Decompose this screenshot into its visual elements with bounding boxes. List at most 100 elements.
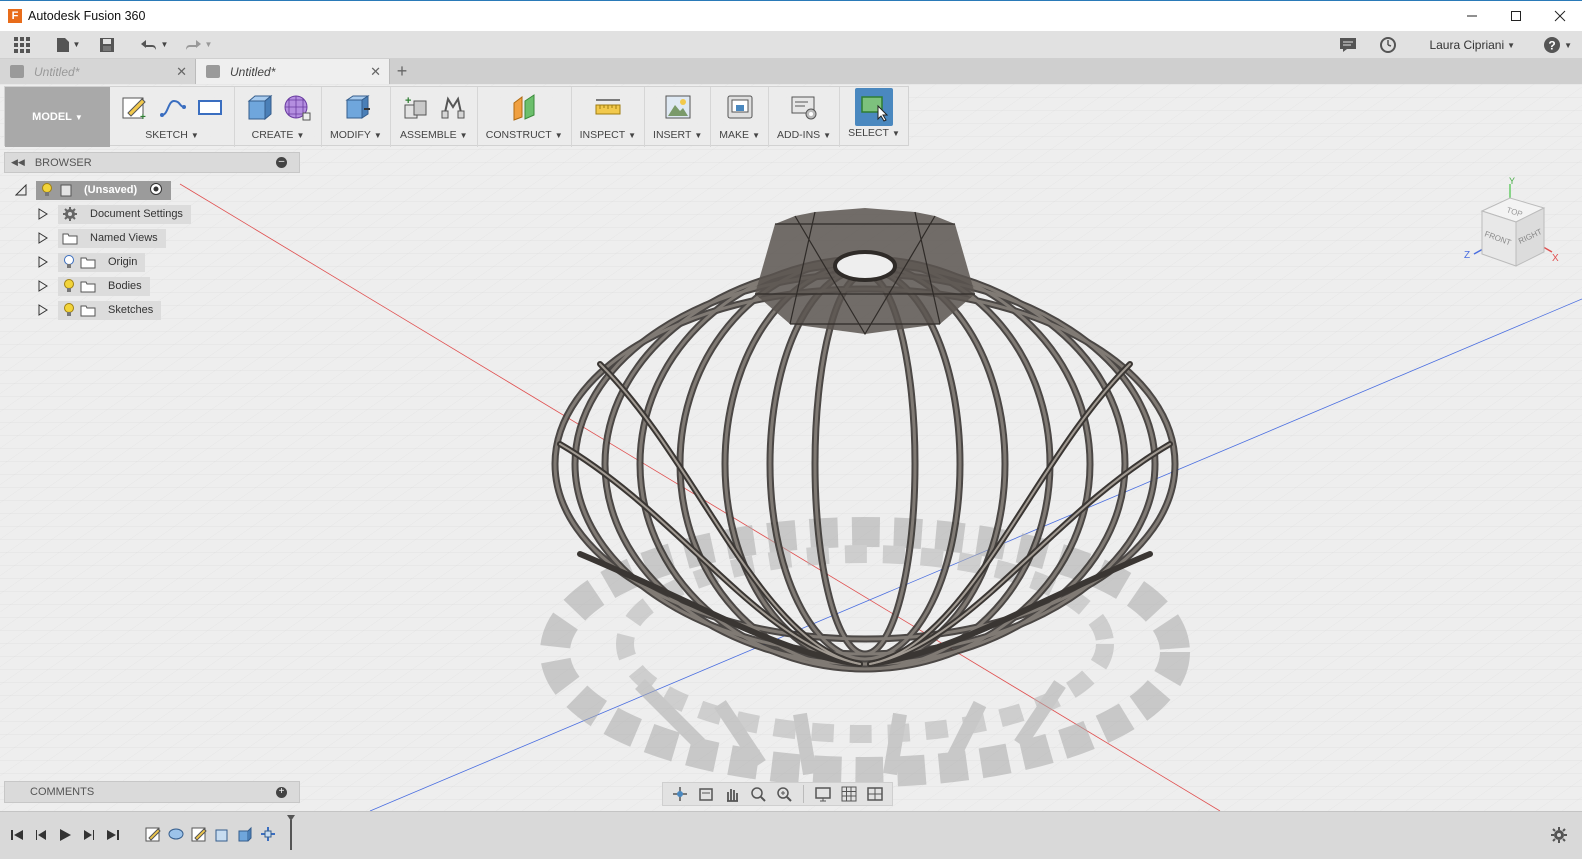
form-button[interactable] [281,91,313,123]
timeline-settings-button[interactable] [1550,826,1568,847]
rectangle-button[interactable] [194,91,226,123]
timeline-sketch-feature[interactable] [143,824,163,844]
orbit-icon [673,787,687,801]
help-button[interactable]: ? ▼ [1543,33,1572,57]
close-tab-icon[interactable]: ✕ [176,64,187,80]
tree-item-bodies[interactable]: Bodies [14,274,191,298]
view-cube[interactable]: Y Z X TOP FRONT RIGHT [1462,176,1562,276]
orbit-button[interactable] [669,784,691,804]
comments-panel-header[interactable]: COMMENTS + [4,781,300,803]
tree-item-document-settings[interactable]: Document Settings [14,202,191,226]
extrude-button[interactable] [243,91,275,123]
notifications-button[interactable] [1339,33,1357,57]
file-menu-button[interactable]: ▼ [46,33,90,57]
go-to-start-button[interactable] [8,826,26,844]
timeline-extrude-feature[interactable] [235,824,255,844]
select-group-label[interactable]: SELECT [848,127,889,139]
timeline-form-feature[interactable] [166,824,186,844]
collapse-triangle-icon[interactable] [14,183,28,197]
tree-item-named-views[interactable]: Named Views [14,226,191,250]
tree-root[interactable]: (Unsaved) [14,178,191,202]
expand-triangle-icon[interactable] [36,279,50,293]
redo-button[interactable]: ▼ [178,33,218,57]
lightbulb-on-icon[interactable] [62,279,76,293]
pan-button[interactable] [721,784,743,804]
scripts-button[interactable] [788,91,820,123]
close-window-button[interactable] [1538,1,1582,31]
undo-button[interactable]: ▼ [134,33,174,57]
look-at-button[interactable] [695,784,717,804]
activate-radio-icon[interactable] [149,182,163,199]
timeline-body-feature[interactable] [212,824,232,844]
insert-group-label[interactable]: INSERT [653,129,691,141]
lightbulb-on-icon[interactable] [62,303,76,317]
canvas-viewport[interactable]: Y Z X TOP FRONT RIGHT [0,84,1582,811]
ribbon-toolbar: MODEL ▼ + SKETCH ▼ CREATE ▼ MODIFY ▼ + A… [4,86,909,147]
step-back-button[interactable] [32,826,50,844]
expand-triangle-icon[interactable] [36,303,50,317]
timeline-move-feature[interactable] [258,824,278,844]
new-component-button[interactable]: + [399,91,431,123]
select-button[interactable] [854,88,893,126]
job-status-button[interactable] [1379,33,1397,57]
construct-group-label[interactable]: CONSTRUCT [486,129,552,141]
close-tab-icon[interactable]: ✕ [370,64,381,80]
expand-triangle-icon[interactable] [36,255,50,269]
step-back-icon [36,830,46,840]
timeline-sketch-feature[interactable] [189,824,209,844]
tree-node[interactable]: Sketches [58,300,162,320]
assemble-group-label[interactable]: ASSEMBLE [400,129,457,141]
sketch-group-label[interactable]: SKETCH [145,129,188,141]
3d-print-button[interactable] [724,91,756,123]
workspace-switcher[interactable]: MODEL ▼ [5,87,110,147]
offset-plane-button[interactable] [508,91,540,123]
viewports-button[interactable] [864,784,886,804]
joint-button[interactable] [437,91,469,123]
make-group-label[interactable]: MAKE [719,129,749,141]
tree-node[interactable]: Origin [58,252,146,272]
maximize-button[interactable] [1494,1,1538,31]
modify-group-label[interactable]: MODIFY [330,129,371,141]
press-pull-button[interactable] [340,91,372,123]
create-group-label[interactable]: CREATE [252,129,294,141]
measure-button[interactable] [592,91,624,123]
modify-group: MODIFY ▼ [322,87,391,147]
data-panel-button[interactable] [4,33,40,57]
document-tab[interactable]: Untitled* ✕ [0,59,195,84]
collapse-panel-icon[interactable]: ◀◀ [11,157,25,168]
grid-settings-button[interactable] [838,784,860,804]
root-component[interactable]: (Unsaved) [36,180,172,200]
new-tab-button[interactable]: + [390,59,414,84]
gear-icon [62,207,78,221]
document-tab-active[interactable]: Untitled* ✕ [195,59,390,84]
fit-button[interactable] [773,784,795,804]
display-settings-button[interactable] [812,784,834,804]
tree-node[interactable]: Document Settings [58,204,191,224]
tree-item-label: Document Settings [90,208,183,220]
lightbulb-off-icon[interactable] [62,255,76,269]
user-menu-button[interactable]: Laura Cipriani ▼ [1429,33,1515,57]
insert-image-button[interactable] [662,91,694,123]
timeline-marker[interactable] [281,815,301,850]
browser-panel-header[interactable]: ◀◀ BROWSER – [4,152,300,173]
zoom-button[interactable] [747,784,769,804]
expand-triangle-icon[interactable] [36,207,50,221]
inspect-group-label[interactable]: INSPECT [580,129,626,141]
redo-icon [185,39,201,50]
minimize-panel-icon[interactable]: – [276,157,287,168]
tree-item-sketches[interactable]: Sketches [14,298,191,322]
tree-node[interactable]: Named Views [58,228,166,248]
tree-item-origin[interactable]: Origin [14,250,191,274]
save-button[interactable] [94,33,120,57]
tree-node[interactable]: Bodies [58,276,150,296]
expand-triangle-icon[interactable] [36,231,50,245]
spline-button[interactable] [156,91,188,123]
add-ins-group-label[interactable]: ADD-INS [777,129,820,141]
play-button[interactable] [56,826,74,844]
step-forward-button[interactable] [80,826,98,844]
create-sketch-button[interactable]: + [118,91,150,123]
lightbulb-on-icon[interactable] [40,183,54,197]
minimize-button[interactable] [1450,1,1494,31]
add-comment-icon[interactable]: + [276,787,287,798]
go-to-end-button[interactable] [104,826,122,844]
